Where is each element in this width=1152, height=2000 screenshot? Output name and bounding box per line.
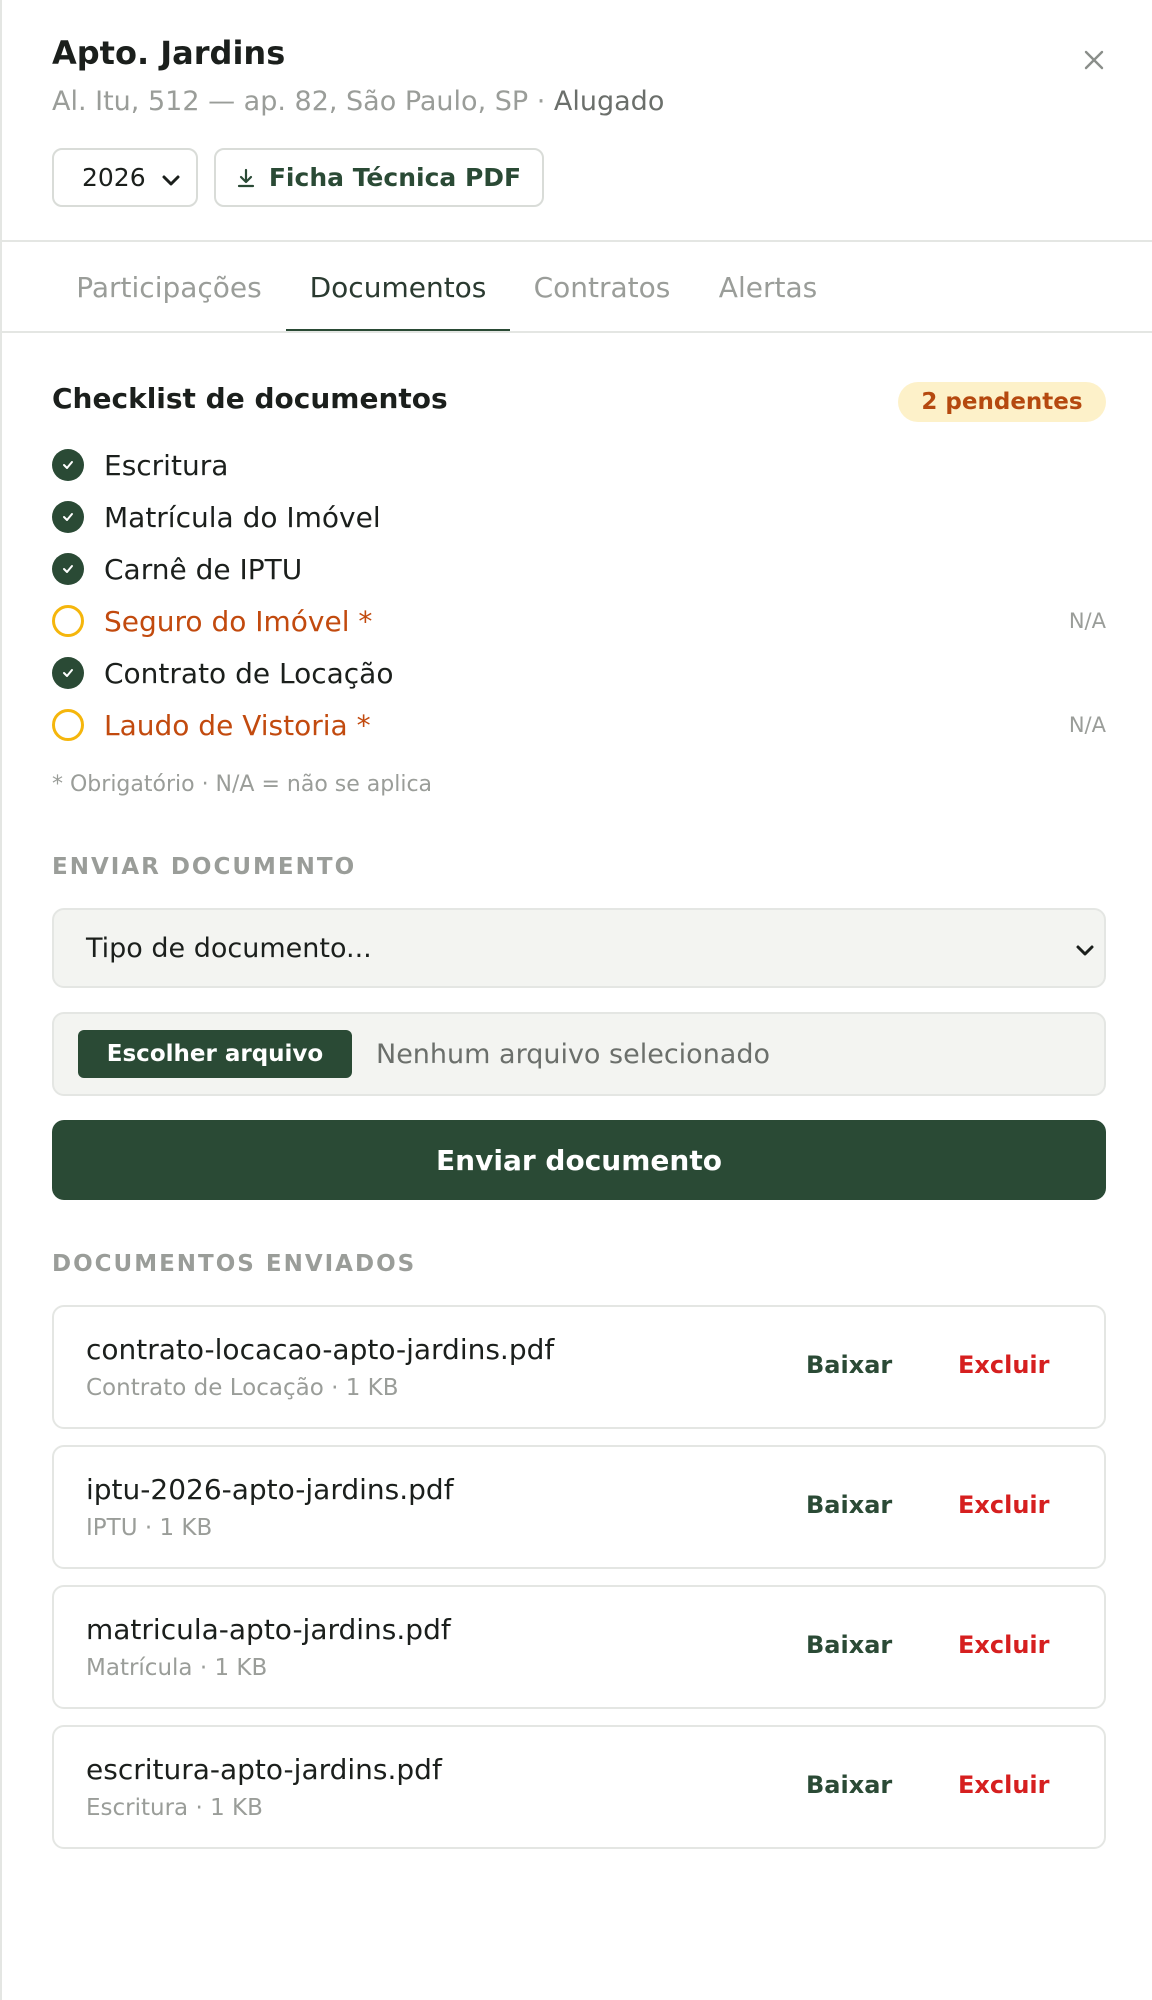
pending-circle-icon <box>52 709 84 741</box>
checklist-item-contrato: Contrato de Locação <box>52 653 1106 693</box>
page-title: Apto. Jardins <box>52 34 286 72</box>
download-link[interactable]: Baixar <box>806 1491 892 1519</box>
checklist-item-iptu: Carnê de IPTU <box>52 549 1106 589</box>
checklist-item-label: Seguro do Imóvel * <box>104 604 373 638</box>
check-done-icon <box>52 553 84 585</box>
check-done-icon <box>52 449 84 481</box>
delete-link[interactable]: Excluir <box>958 1491 1049 1519</box>
tab-documentos[interactable]: Documentos <box>286 242 510 333</box>
document-type-select[interactable]: Tipo de documento... <box>52 908 1106 988</box>
pending-circle-icon <box>52 605 84 637</box>
document-name: matricula-apto-jardins.pdf <box>86 1613 451 1646</box>
document-meta: Escritura · 1 KB <box>86 1795 263 1821</box>
year-value: 2026 <box>82 163 146 192</box>
year-select[interactable]: 2026 <box>52 148 198 207</box>
choose-file-button[interactable]: Escolher arquivo <box>78 1030 352 1078</box>
document-card: matricula-apto-jardins.pdf Matrícula · 1… <box>52 1585 1106 1709</box>
close-icon <box>1084 50 1104 70</box>
pdf-download-button[interactable]: Ficha Técnica PDF <box>214 148 544 207</box>
checklist-item-laudo: Laudo de Vistoria * N/A <box>52 705 1106 745</box>
file-input: Escolher arquivo Nenhum arquivo selecion… <box>52 1012 1106 1096</box>
document-meta: IPTU · 1 KB <box>86 1515 213 1541</box>
tab-alertas[interactable]: Alertas <box>694 242 842 333</box>
pending-badge: 2 pendentes <box>898 382 1106 422</box>
checklist-item-label: Matrícula do Imóvel <box>104 500 381 534</box>
tab-participacoes[interactable]: Participações <box>52 242 286 333</box>
upload-section-label: ENVIAR DOCUMENTO <box>52 854 357 880</box>
sent-section-label: DOCUMENTOS ENVIADOS <box>52 1251 417 1277</box>
document-card: escritura-apto-jardins.pdf Escritura · 1… <box>52 1725 1106 1849</box>
not-applicable-toggle[interactable]: N/A <box>1069 609 1106 633</box>
property-address: Al. Itu, 512 — ap. 82, São Paulo, SP <box>52 86 529 117</box>
checklist-title: Checklist de documentos <box>52 382 448 415</box>
delete-link[interactable]: Excluir <box>958 1631 1049 1659</box>
close-button[interactable] <box>1076 42 1112 78</box>
subtitle-separator: · <box>528 86 554 117</box>
pdf-button-label: Ficha Técnica PDF <box>268 163 522 192</box>
checklist-item-label: Escritura <box>104 448 229 482</box>
document-name: escritura-apto-jardins.pdf <box>86 1753 442 1786</box>
checklist-item-matricula: Matrícula do Imóvel <box>52 497 1106 537</box>
checklist-item-label: Contrato de Locação <box>104 656 394 690</box>
checklist-item-label: Laudo de Vistoria * <box>104 708 371 742</box>
document-meta: Contrato de Locação · 1 KB <box>86 1375 399 1401</box>
checklist-footnote: * Obrigatório · N/A = não se aplica <box>52 772 433 797</box>
download-link[interactable]: Baixar <box>806 1771 892 1799</box>
tabs-divider-bottom <box>2 331 1152 333</box>
file-status: Nenhum arquivo selecionado <box>376 1038 771 1070</box>
tab-contratos[interactable]: Contratos <box>510 242 694 333</box>
send-document-button[interactable]: Enviar documento <box>52 1120 1106 1200</box>
check-done-icon <box>52 501 84 533</box>
property-subtitle: Al. Itu, 512 — ap. 82, São Paulo, SP · A… <box>52 86 664 117</box>
download-link[interactable]: Baixar <box>806 1631 892 1659</box>
download-icon <box>237 168 254 187</box>
check-done-icon <box>52 657 84 689</box>
document-meta: Matrícula · 1 KB <box>86 1655 268 1681</box>
chevron-down-icon <box>162 175 180 186</box>
property-status: Alugado <box>553 86 665 117</box>
document-card: iptu-2026-apto-jardins.pdf IPTU · 1 KB B… <box>52 1445 1106 1569</box>
checklist-item-escritura: Escritura <box>52 445 1106 485</box>
delete-link[interactable]: Excluir <box>958 1771 1049 1799</box>
download-link[interactable]: Baixar <box>806 1351 892 1379</box>
not-applicable-toggle[interactable]: N/A <box>1069 713 1106 737</box>
chevron-down-icon <box>1076 945 1094 956</box>
document-card: contrato-locacao-apto-jardins.pdf Contra… <box>52 1305 1106 1429</box>
delete-link[interactable]: Excluir <box>958 1351 1049 1379</box>
document-type-placeholder: Tipo de documento... <box>86 932 372 964</box>
checklist-item-label: Carnê de IPTU <box>104 552 303 586</box>
document-name: contrato-locacao-apto-jardins.pdf <box>86 1333 555 1366</box>
document-name: iptu-2026-apto-jardins.pdf <box>86 1473 454 1506</box>
checklist-item-seguro: Seguro do Imóvel * N/A <box>52 601 1106 641</box>
property-panel: Apto. Jardins Al. Itu, 512 — ap. 82, São… <box>0 0 1152 2000</box>
